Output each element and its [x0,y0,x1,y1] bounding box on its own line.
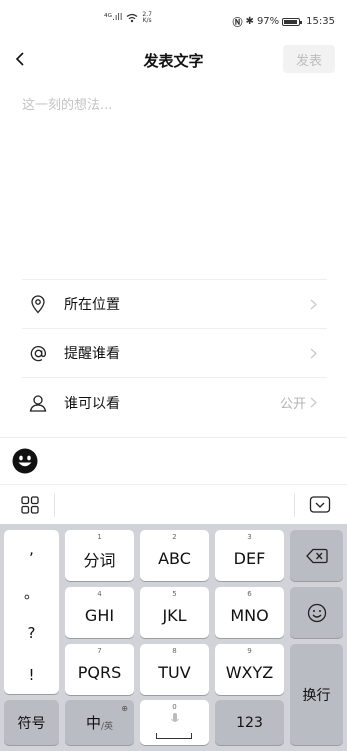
punctuation-column[interactable]: , 。 ? ! [4,530,59,694]
smiley-icon [12,448,38,474]
battery-percent: 97% [256,16,280,27]
option-visibility-value: 公开 [279,397,306,412]
key-9[interactable]: 9 WXYZ [215,644,284,695]
keyboard: , 。 ? ! 1 分词 2 ABC 3 DEF 4 GHI 5 JKL 6 M… [0,524,347,751]
microphone-icon [171,713,179,722]
chevron-right-icon [310,397,317,408]
lang-main: 中 [85,714,101,732]
space-key-num: 0 [172,703,177,711]
option-location-label: 所在位置 [64,297,120,313]
key-question[interactable]: ? [4,624,59,642]
header: 发表文字 发表 [0,42,347,76]
input-placeholder: 这一刻的想法... [22,98,113,113]
battery-icon [282,17,303,26]
network-status: ⁴ᴳ.ıll 2.7 K/s [104,12,152,24]
post-text-input[interactable]: 这一刻的想法... [0,86,347,276]
grid-icon [21,496,39,514]
backspace-key[interactable] [290,530,343,581]
key-6[interactable]: 6 MNO [215,587,284,638]
number-key[interactable]: 123 [215,700,284,745]
clock: 15:35 [306,16,335,27]
option-mention-label: 提醒谁看 [64,346,120,362]
system-status: Ⓝ ✱ 97% 15:35 [233,14,335,29]
person-icon [28,393,48,413]
newline-key[interactable]: 换行 [290,644,343,745]
emoji-bar [0,437,347,484]
keyboard-collapse-icon [309,496,331,513]
symbol-key[interactable]: 符号 [4,700,59,745]
status-bar: ⁴ᴳ.ıll 2.7 K/s Ⓝ ✱ 97% 15:35 [0,0,347,42]
key-2[interactable]: 2 ABC [140,530,209,581]
key-8[interactable]: 8 TUV [140,644,209,695]
toolbar-divider [54,493,55,517]
key-period[interactable]: 。 [4,582,59,603]
wifi-icon [126,13,138,23]
key-comma[interactable]: , [4,540,59,558]
keyboard-toolbar [0,484,347,524]
space-key[interactable]: 0 [140,700,209,745]
globe-icon: ⊕ [121,704,128,713]
bluetooth-icon: ✱ [245,16,254,27]
location-icon [28,294,48,314]
key-4[interactable]: 4 GHI [65,587,134,638]
signal-strength: ⁴ᴳ.ıll [104,13,123,23]
option-visibility-label: 谁可以看 [64,395,120,412]
publish-button[interactable]: 发表 [283,45,335,73]
option-mention[interactable]: 提醒谁看 [22,329,327,378]
language-switch-key[interactable]: 中/英 ⊕ [65,700,134,745]
key-3[interactable]: 3 DEF [215,530,284,581]
emoji-button[interactable] [12,448,38,474]
chevron-right-icon [310,299,317,309]
collapse-keyboard-button[interactable] [309,495,331,515]
key-5[interactable]: 5 JKL [140,587,209,638]
key-7[interactable]: 7 PQRS [65,644,134,695]
keyboard-menu-button[interactable] [20,495,40,515]
space-bar-icon [156,733,192,739]
nfc-icon: Ⓝ [232,18,243,29]
toolbar-divider [294,493,295,517]
backspace-icon [305,548,328,563]
key-exclamation[interactable]: ! [4,666,59,684]
lang-sub: /英 [100,721,114,732]
chevron-right-icon [310,348,317,358]
option-location[interactable]: 所在位置 [22,280,327,329]
at-icon [28,343,48,363]
post-options-list: 所在位置 提醒谁看 谁可以看 公开 [22,279,327,427]
emoji-key[interactable] [290,587,343,638]
network-speed: 2.7 K/s [142,11,152,24]
key-1[interactable]: 1 分词 [65,530,134,581]
option-visibility[interactable]: 谁可以看 公开 [22,378,327,427]
smiley-icon [307,603,326,622]
